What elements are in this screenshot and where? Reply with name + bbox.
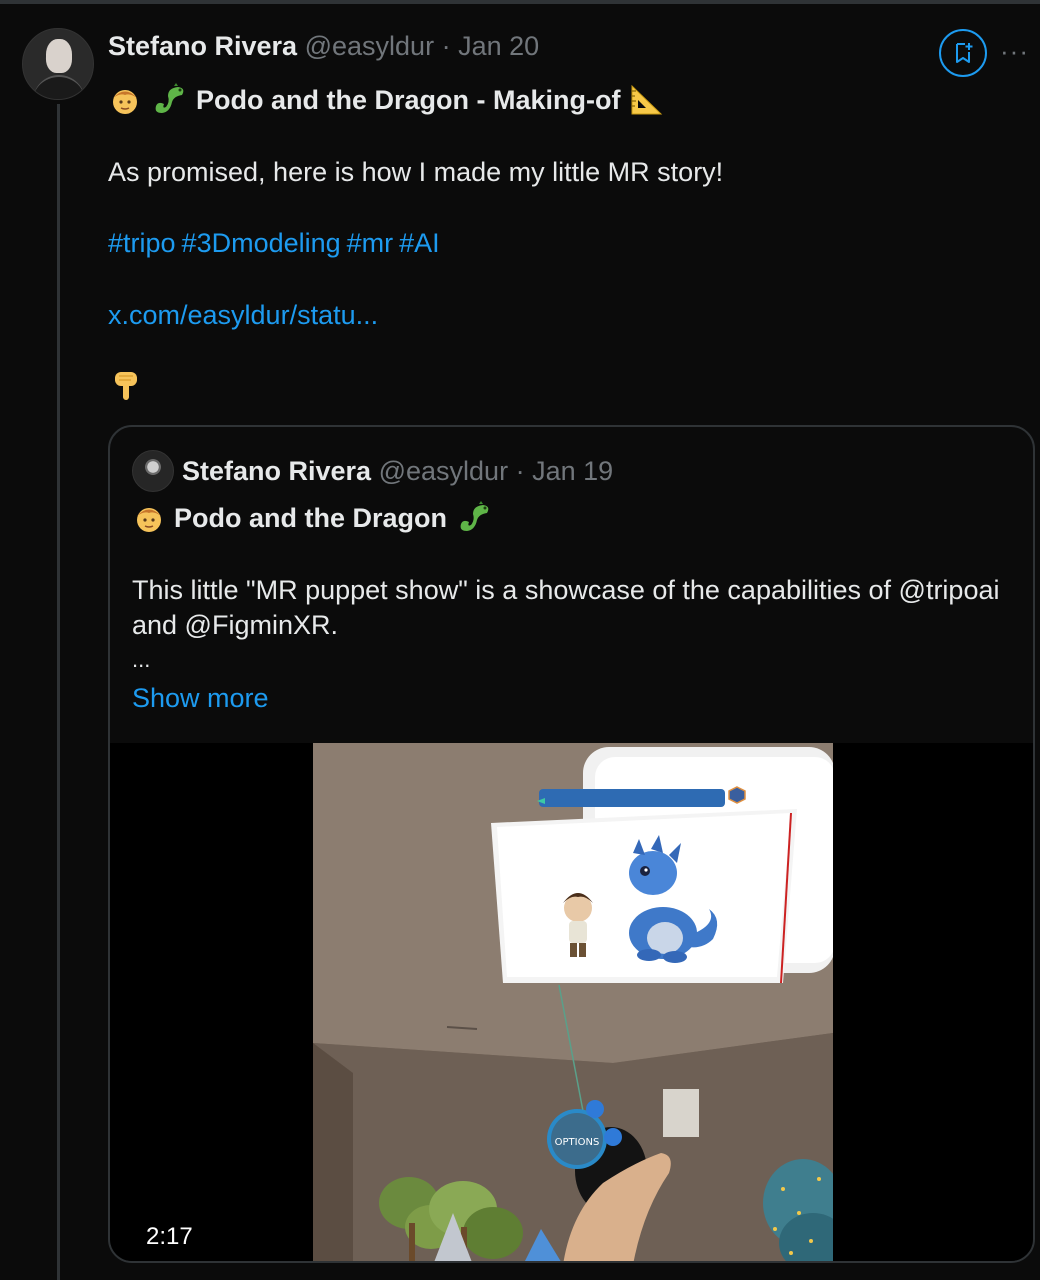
quoted-post-header: Stefano Rivera @easyldur · Jan 19 bbox=[182, 455, 613, 487]
video-scene: OPTIONS bbox=[313, 743, 833, 1261]
author-handle[interactable]: @easyldur bbox=[305, 31, 434, 61]
quoted-author-name[interactable]: Stefano Rivera bbox=[182, 456, 371, 486]
post-title: Podo and the Dragon - Making-of bbox=[108, 82, 664, 118]
post-date[interactable]: Jan 20 bbox=[458, 31, 539, 61]
post-header: Stefano Rivera @easyldur · Jan 20 bbox=[108, 30, 539, 62]
video-player[interactable]: OPTIONS 2:17 bbox=[110, 743, 1033, 1261]
thread-line bbox=[57, 104, 60, 1280]
post-link[interactable]: x.com/easyldur/statu... bbox=[108, 298, 378, 332]
boy-emoji-icon bbox=[137, 508, 161, 532]
top-divider bbox=[0, 0, 1040, 4]
options-label: OPTIONS bbox=[555, 1137, 600, 1148]
quoted-post-title: Podo and the Dragon bbox=[132, 500, 493, 536]
post-body: As promised, here is how I made my littl… bbox=[108, 157, 724, 187]
quoted-ellipsis: ... bbox=[132, 647, 151, 672]
date-separator: · bbox=[441, 31, 451, 61]
bookmark-icon bbox=[956, 43, 973, 63]
triangular-ruler-emoji-icon bbox=[631, 84, 663, 115]
hashtag-list: #tripo #3Dmodeling #mr #AI bbox=[108, 226, 446, 260]
quoted-post[interactable]: Stefano Rivera @easyldur · Jan 19 Podo a… bbox=[108, 425, 1035, 1263]
hashtag-3dmodeling[interactable]: #3Dmodeling bbox=[182, 228, 341, 258]
more-button[interactable]: ··· bbox=[1000, 36, 1038, 66]
pointing-down-emoji-icon bbox=[115, 372, 137, 400]
show-more-link[interactable]: Show more bbox=[132, 681, 269, 715]
video-duration: 2:17 bbox=[146, 1223, 193, 1250]
author-avatar[interactable] bbox=[22, 28, 94, 100]
post-title-text: Podo and the Dragon - Making-of bbox=[196, 85, 621, 115]
video-frame[interactable]: OPTIONS bbox=[313, 743, 833, 1261]
quoted-title-text: Podo and the Dragon bbox=[174, 503, 447, 533]
quoted-post-date[interactable]: Jan 19 bbox=[532, 456, 613, 486]
hashtag-mr[interactable]: #mr bbox=[347, 228, 394, 258]
dragon-emoji-icon bbox=[155, 83, 184, 113]
bookmark-button[interactable] bbox=[939, 29, 987, 77]
quoted-author-avatar[interactable] bbox=[132, 450, 174, 492]
author-name[interactable]: Stefano Rivera bbox=[108, 31, 297, 61]
hashtag-tripo[interactable]: #tripo bbox=[108, 228, 176, 258]
dragon-emoji-icon bbox=[460, 501, 489, 531]
quoted-date-separator: · bbox=[515, 456, 525, 486]
quoted-author-handle[interactable]: @easyldur bbox=[379, 456, 508, 486]
quoted-post-body: This little "MR puppet show" is a showca… bbox=[132, 575, 1000, 640]
boy-emoji-icon bbox=[113, 90, 137, 114]
hashtag-ai[interactable]: #AI bbox=[399, 228, 440, 258]
